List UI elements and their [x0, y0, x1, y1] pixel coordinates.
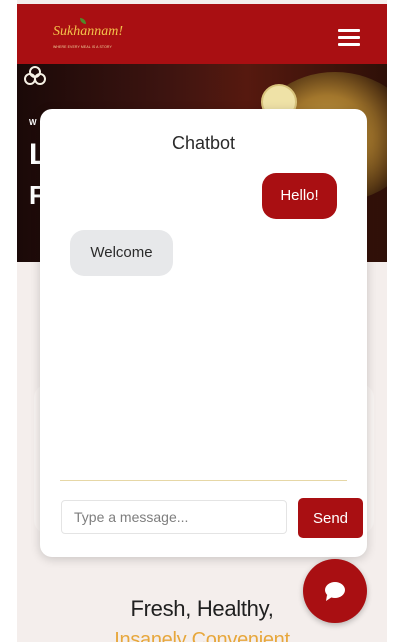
- brand-tagline: WHERE EVERY MEAL IS A STORY: [53, 45, 112, 49]
- user-message-bubble: Hello!: [262, 173, 337, 219]
- flower-icon: [24, 66, 46, 85]
- bot-message-bubble: Welcome: [70, 230, 173, 276]
- chatbot-window: Chatbot Hello! Welcome Send: [40, 109, 367, 557]
- send-button[interactable]: Send: [298, 498, 363, 538]
- section-subtitle: Insanely Convenient: [114, 629, 290, 642]
- top-navbar: Sukhannam! WHERE EVERY MEAL IS A STORY: [17, 4, 387, 64]
- brand-name: Sukhannam!: [53, 24, 123, 39]
- hamburger-menu-icon[interactable]: [338, 29, 360, 47]
- hero-kicker: W: [29, 118, 37, 127]
- chat-message-input[interactable]: [61, 500, 287, 534]
- mobile-page: Sukhannam! WHERE EVERY MEAL IS A STORY W…: [17, 0, 387, 642]
- brand-logo[interactable]: Sukhannam! WHERE EVERY MEAL IS A STORY: [53, 18, 193, 58]
- chat-divider: [60, 480, 347, 481]
- chat-toggle-button[interactable]: [303, 559, 367, 623]
- chat-bubble-icon: [325, 582, 345, 601]
- chatbot-title: Chatbot: [171, 133, 236, 153]
